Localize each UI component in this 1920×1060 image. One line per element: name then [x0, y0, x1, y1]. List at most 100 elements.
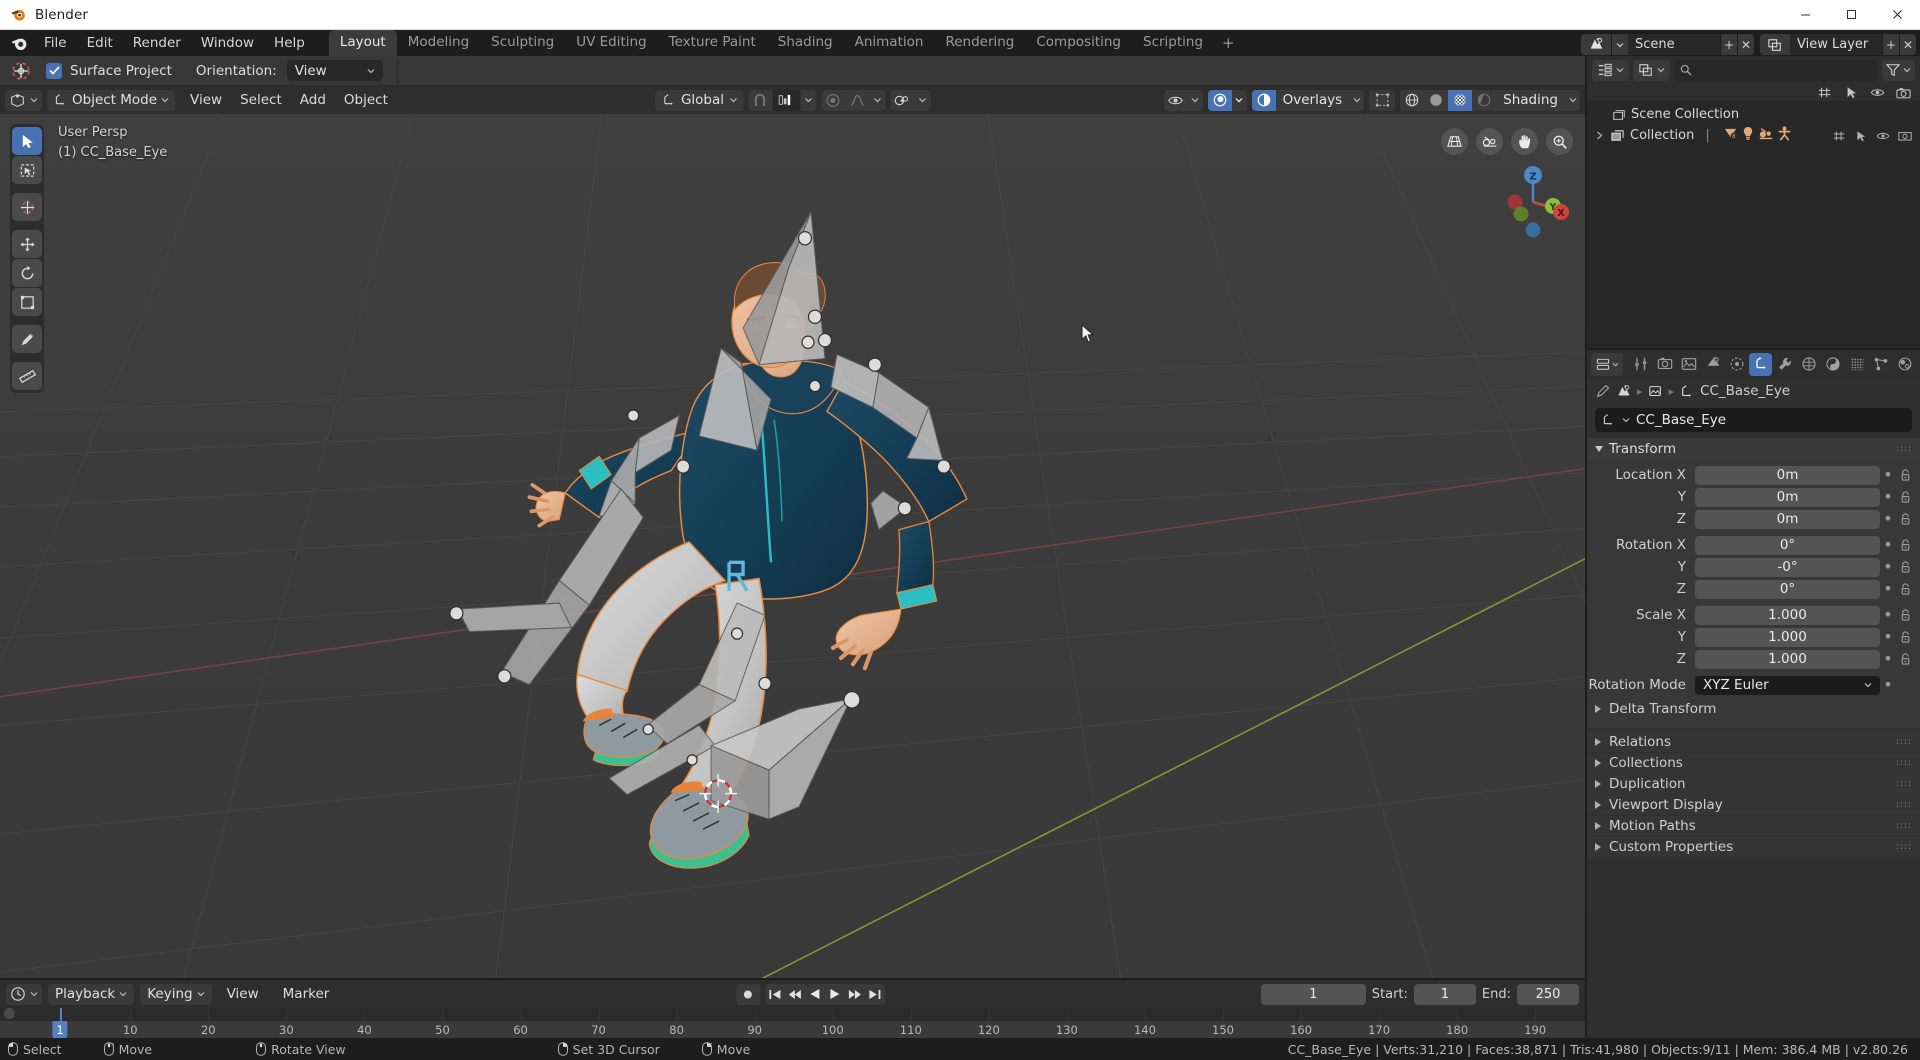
pivot-chevron-icon[interactable] — [914, 90, 930, 111]
camera-view-icon[interactable] — [1476, 128, 1503, 155]
end-frame-field[interactable]: 250 — [1517, 984, 1579, 1005]
workspace-tab-texture-paint[interactable]: Texture Paint — [658, 30, 767, 56]
prop-value-rotation-mode[interactable]: XYZ Euler — [1695, 676, 1880, 695]
object-name-field[interactable]: CC_Base_Eye — [1595, 408, 1912, 432]
panel-header-relations[interactable]: Relations :::: — [1587, 732, 1920, 752]
properties-tab-material[interactable] — [1893, 353, 1916, 376]
jump-end-icon[interactable] — [865, 984, 885, 1005]
lock-icon[interactable] — [1896, 631, 1914, 643]
proportional-edit-icon[interactable] — [821, 90, 845, 111]
workspace-tab-rendering[interactable]: Rendering — [934, 30, 1025, 56]
view-layer-selector[interactable]: View Layer + ✕ — [1760, 34, 1916, 55]
lock-icon[interactable] — [1896, 491, 1914, 503]
move-view-icon[interactable] — [1511, 128, 1538, 155]
outliner-row-collection[interactable]: Collection | 8 — [1587, 125, 1920, 146]
view-layer-name[interactable]: View Layer — [1790, 34, 1882, 55]
panel-header-transform[interactable]: Transform :::: — [1587, 438, 1920, 460]
falloff-chevron-icon[interactable] — [869, 90, 885, 111]
cursor-tool-icon[interactable] — [12, 193, 42, 221]
viewport-menu-view[interactable]: View — [181, 90, 231, 111]
row-restrict-viewport-icon[interactable] — [1850, 130, 1872, 142]
properties-tab-scene[interactable] — [1725, 353, 1748, 376]
gizmo-icon[interactable] — [1208, 90, 1232, 111]
gizmo-chevron-icon[interactable] — [1232, 90, 1247, 111]
magnet-icon[interactable] — [748, 90, 772, 111]
workspace-tab-sculpting[interactable]: Sculpting — [480, 30, 565, 56]
annotate-tool-icon[interactable] — [12, 325, 42, 353]
lock-icon[interactable] — [1896, 583, 1914, 595]
play-icon[interactable] — [825, 984, 845, 1005]
prop-value-rotation-x[interactable]: 0° — [1695, 536, 1880, 555]
viewport-menu-object[interactable]: Object — [335, 90, 397, 111]
properties-tab-viewlayer[interactable] — [1701, 353, 1724, 376]
timeline-ruler[interactable]: 1102030405060708090100110120130140150160… — [0, 1021, 1585, 1038]
workspace-tab-uv-editing[interactable]: UV Editing — [565, 30, 657, 56]
outliner-tree[interactable]: Scene Collection Collection | — [1587, 101, 1920, 348]
timeline-menu-marker[interactable]: Marker — [274, 984, 339, 1005]
workspace-tab-animation[interactable]: Animation — [844, 30, 935, 56]
panel-header-collections[interactable]: Collections :::: — [1587, 753, 1920, 773]
menu-window[interactable]: Window — [191, 32, 264, 56]
panel-header-motion-paths[interactable]: Motion Paths :::: — [1587, 816, 1920, 836]
animate-dot-icon[interactable]: • — [1880, 680, 1896, 690]
shade-rendered-icon[interactable] — [1472, 90, 1496, 111]
timeline-menu-view[interactable]: View — [218, 984, 268, 1005]
prop-value-scale-x[interactable]: 1.000 — [1695, 606, 1880, 625]
tweak-select-tool-icon[interactable] — [12, 127, 42, 155]
timeline-scroll-handle[interactable] — [4, 1008, 15, 1019]
animate-dot-icon[interactable]: • — [1880, 584, 1896, 594]
snap-chevron-icon[interactable] — [800, 90, 816, 111]
unlink-scene-button[interactable]: ✕ — [1737, 34, 1754, 55]
restrict-select-icon[interactable] — [1814, 86, 1836, 99]
menu-edit[interactable]: Edit — [77, 32, 123, 56]
properties-tab-data[interactable] — [1869, 353, 1892, 376]
workspace-tab-modeling[interactable]: Modeling — [397, 30, 480, 56]
shade-material-icon[interactable] — [1448, 90, 1472, 111]
object-mode-selector[interactable]: Object Mode — [47, 90, 175, 111]
prev-keyframe-icon[interactable] — [785, 984, 805, 1005]
zoom-region-icon[interactable] — [1441, 128, 1468, 155]
animate-dot-icon[interactable]: • — [1880, 470, 1896, 480]
scene-name[interactable]: Scene — [1628, 34, 1720, 55]
xray-icon[interactable] — [1369, 90, 1395, 111]
shade-wireframe-icon[interactable] — [1400, 90, 1424, 111]
lock-icon[interactable] — [1896, 653, 1914, 665]
play-reverse-icon[interactable] — [805, 984, 825, 1005]
timeline-track-area[interactable]: 1102030405060708090100110120130140150160… — [0, 1008, 1585, 1038]
shading-label[interactable]: Shading — [1496, 90, 1565, 111]
restrict-viewport-icon[interactable] — [1840, 86, 1862, 99]
viewport-menu-add[interactable]: Add — [291, 90, 335, 111]
menu-help[interactable]: Help — [264, 32, 315, 56]
panel-header-custom-properties[interactable]: Custom Properties :::: — [1587, 837, 1920, 857]
lock-icon[interactable] — [1896, 469, 1914, 481]
shade-solid-icon[interactable] — [1424, 90, 1448, 111]
overlays-chevron-icon[interactable] — [1349, 90, 1364, 111]
row-restrict-select-icon[interactable] — [1828, 130, 1850, 142]
outliner-search-input[interactable] — [1674, 60, 1878, 81]
animate-dot-icon[interactable]: • — [1880, 540, 1896, 550]
properties-tab-tool[interactable] — [1629, 353, 1652, 376]
start-frame-field[interactable]: 1 — [1414, 984, 1476, 1005]
restrict-render-icon[interactable] — [1892, 87, 1914, 99]
scale-tool-icon[interactable] — [12, 288, 42, 316]
outliner-display-mode[interactable] — [1633, 60, 1670, 81]
view-axis-gizmo[interactable]: Z Y X — [1495, 162, 1571, 238]
snap-increment-icon[interactable] — [772, 90, 800, 111]
surface-project-label[interactable]: Surface Project — [70, 63, 172, 79]
properties-tab-render[interactable] — [1653, 353, 1676, 376]
animate-dot-icon[interactable]: • — [1880, 562, 1896, 572]
animate-dot-icon[interactable]: • — [1880, 492, 1896, 502]
properties-tab-constraint[interactable] — [1845, 353, 1868, 376]
overlays-label[interactable]: Overlays — [1276, 90, 1350, 111]
scene-browse-chevron[interactable] — [1611, 34, 1628, 55]
restrict-hide-icon[interactable] — [1866, 87, 1888, 98]
properties-tab-particles[interactable] — [1797, 353, 1820, 376]
panel-header-duplication[interactable]: Duplication :::: — [1587, 774, 1920, 794]
add-workspace-button[interactable]: + — [1214, 32, 1243, 56]
lock-icon[interactable] — [1896, 561, 1914, 573]
prop-value-rotation-z[interactable]: 0° — [1695, 580, 1880, 599]
animate-dot-icon[interactable]: • — [1880, 632, 1896, 642]
panel-header-viewport-display[interactable]: Viewport Display :::: — [1587, 795, 1920, 815]
row-restrict-hide-icon[interactable] — [1872, 131, 1894, 141]
select-box-tool-icon[interactable] — [12, 156, 42, 184]
